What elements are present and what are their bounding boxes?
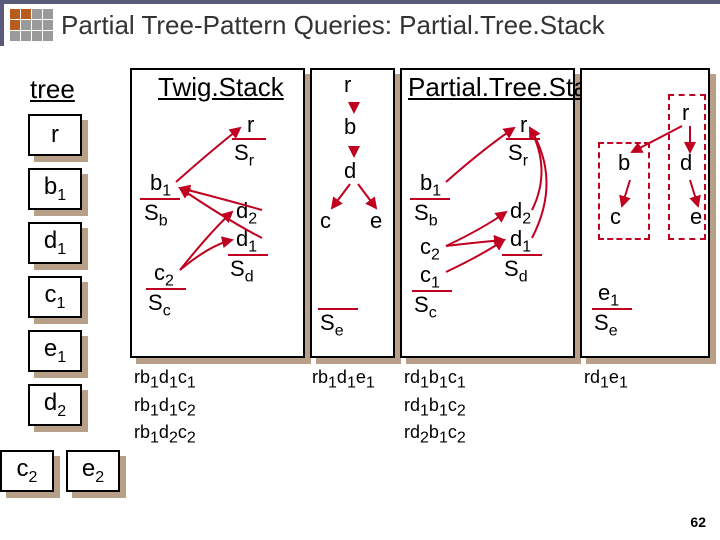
pts-d2: d2 — [510, 198, 531, 228]
pts-r: r — [520, 112, 527, 138]
logo-icon — [10, 9, 53, 41]
tree-node-r: r — [28, 114, 82, 156]
twig-Sd: Sd — [230, 256, 254, 286]
twig-d1: d1 — [236, 226, 257, 256]
twig-r: r — [247, 112, 254, 138]
twig-Sr: Sr — [234, 140, 254, 170]
node-text: d2 — [44, 389, 66, 421]
tree-node-e2: e2 — [66, 450, 120, 492]
q-c: c — [320, 208, 331, 234]
page-title: Partial Tree-Pattern Queries: Partial.Tr… — [61, 10, 605, 41]
twigstack-title: Twig.Stack — [158, 72, 284, 103]
q-Se: Se — [320, 310, 344, 340]
node-text: d1 — [44, 227, 66, 259]
dashed-box-rd-e — [668, 94, 706, 240]
ptree-panel: r b d c e e1 Se — [580, 68, 710, 358]
pts-paths: rd1b1c1 rd1b1c2 rd2b1c2 — [404, 366, 466, 449]
q-r: r — [344, 72, 351, 98]
pts-Sc: Sc — [414, 292, 437, 322]
twig-c2: c2 — [154, 260, 174, 290]
pts-d1: d1 — [510, 226, 531, 256]
pts-Sb: Sb — [414, 200, 438, 230]
node-text: e2 — [82, 455, 104, 487]
twig-Sc: Sc — [148, 290, 171, 320]
twig-paths: rb1d1c1 rb1d1c2 rb1d2c2 — [134, 366, 196, 449]
pts-Sr: Sr — [508, 140, 528, 170]
qtree-panel: r b d c e Se — [310, 68, 395, 358]
page-number: 62 — [690, 514, 706, 530]
node-text: b1 — [44, 173, 66, 205]
pts-c2: c2 — [420, 234, 440, 264]
dashed-box-bc — [598, 142, 650, 240]
p-Se: Se — [594, 310, 618, 340]
node-text: r — [51, 121, 59, 149]
q-b: b — [344, 114, 356, 140]
node-text: e1 — [44, 335, 66, 367]
arrow-down-icon — [348, 102, 360, 114]
tree-node-b1: b1 — [28, 168, 82, 210]
tree-label: tree — [30, 74, 75, 105]
tree-node-c2: c2 — [0, 450, 54, 492]
twig-b1: b1 — [150, 170, 171, 200]
title-bar: Partial Tree-Pattern Queries: Partial.Tr… — [0, 0, 720, 46]
content: tree r b1 d1 c1 e1 d2 c2 e2 Twig.Stack r… — [0, 50, 720, 540]
tree-node-d1: d1 — [28, 222, 82, 264]
tree-node-d2: d2 — [28, 384, 82, 426]
tree-node-e1: e1 — [28, 330, 82, 372]
twig-d2: d2 — [236, 198, 257, 228]
node-text: c1 — [45, 281, 66, 313]
arrow-down-icon — [348, 146, 360, 158]
p-e1: e1 — [598, 280, 619, 310]
tree-node-c1: c1 — [28, 276, 82, 318]
p-paths: rd1e1 — [584, 366, 628, 394]
node-text: c2 — [17, 455, 38, 487]
twigstack-panel: Twig.Stack r Sr b1 Sb d2 d1 Sd c2 Sc — [130, 68, 305, 358]
pts-c1: c1 — [420, 262, 440, 292]
pts-panel: Partial.Tree.Stack r Sr b1 Sb d2 d1 Sd c… — [400, 68, 575, 358]
q-e: e — [370, 208, 382, 234]
twig-Sb: Sb — [144, 200, 168, 230]
q-paths: rb1d1e1 — [312, 366, 375, 394]
pts-b1: b1 — [420, 170, 441, 200]
pts-Sd: Sd — [504, 256, 528, 286]
title-inner: Partial Tree-Pattern Queries: Partial.Tr… — [4, 4, 720, 46]
q-d: d — [344, 158, 356, 184]
